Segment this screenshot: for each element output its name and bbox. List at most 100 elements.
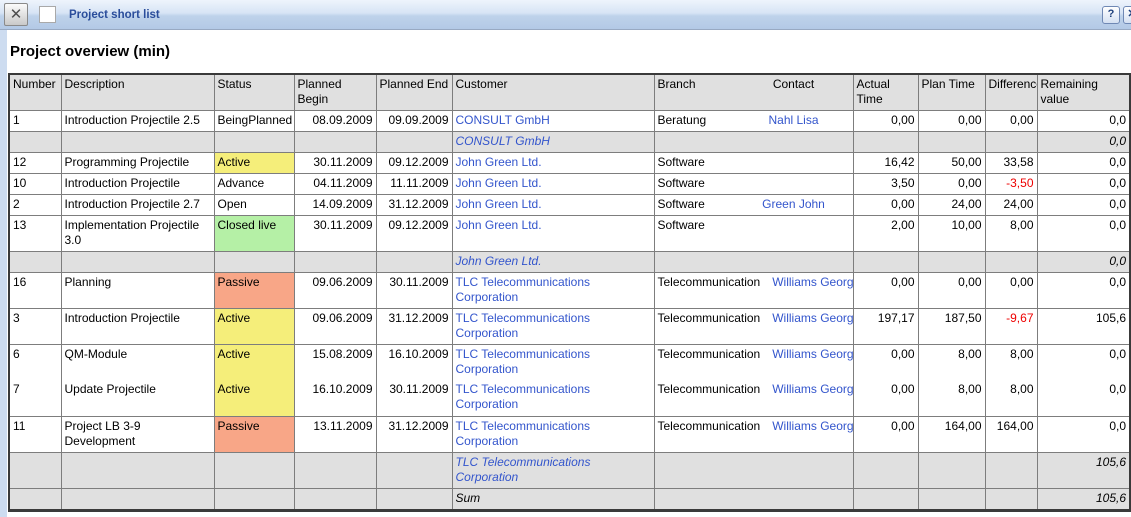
cell-branch-contact: Software: [654, 152, 853, 173]
window-title: Project short list: [69, 9, 1102, 21]
window-close-button[interactable]: ✕: [4, 3, 28, 26]
cell-status: BeingPlanned: [214, 110, 294, 131]
cell-branch-contact: Software Green John: [654, 194, 853, 215]
left-frame-strip: [0, 30, 7, 517]
cell-remaining: 0,0: [1037, 380, 1130, 416]
cell-branch-contact: Telecommunication Williams George: [654, 272, 853, 308]
customer-link[interactable]: TLC Telecommunications Corporation: [456, 311, 591, 340]
cell-description: Introduction Projectile 2.5: [61, 110, 214, 131]
header-description: Description: [61, 74, 214, 110]
cell-number: 12: [9, 152, 61, 173]
cell-number: 1: [9, 110, 61, 131]
window-close-button-right[interactable]: ✕: [1123, 6, 1131, 24]
contact-link[interactable]: Williams George: [772, 347, 853, 361]
cell-status: Passive: [214, 416, 294, 452]
branch-label: Telecommunication: [658, 311, 761, 326]
cell-planned-begin: 04.11.2009: [294, 173, 376, 194]
branch-label: Telecommunication: [658, 275, 761, 290]
cell-actual-time: 0,00: [853, 380, 918, 416]
cell-empty: [985, 488, 1037, 510]
cell-empty: [985, 452, 1037, 488]
branch-label: Software: [658, 218, 738, 233]
subtotal-customer-cell: TLC Telecommunications Corporation: [452, 452, 654, 488]
cell-empty: [985, 131, 1037, 152]
cell-plan-time: 187,50: [918, 308, 985, 344]
cell-customer: TLC Telecommunications Corporation: [452, 272, 654, 308]
cell-empty: [294, 488, 376, 510]
header-number: Number: [9, 74, 61, 110]
project-table: Number Description Status Planned Begin …: [8, 73, 1131, 512]
customer-link[interactable]: TLC Telecommunications Corporation: [456, 419, 591, 448]
cell-planned-end: 31.12.2009: [376, 416, 452, 452]
cell-customer: TLC Telecommunications Corporation: [452, 380, 654, 416]
cell-planned-end: 30.11.2009: [376, 272, 452, 308]
customer-link[interactable]: TLC Telecommunications Corporation: [456, 347, 591, 376]
contact-link[interactable]: Williams George: [772, 419, 853, 433]
cell-customer: John Green Ltd.: [452, 173, 654, 194]
branch-label: Beratung: [658, 113, 738, 128]
cell-difference: 8,00: [985, 380, 1037, 416]
cell-empty: [294, 251, 376, 272]
cell-empty: [214, 131, 294, 152]
cell-empty: [61, 131, 214, 152]
cell-empty: [918, 131, 985, 152]
header-difference: Difference: [985, 74, 1037, 110]
contact-link[interactable]: Green John: [762, 197, 825, 211]
subtotal-customer-link[interactable]: TLC Telecommunications Corporation: [456, 455, 591, 484]
cell-status: Closed live: [214, 215, 294, 251]
subtotal-customer-link[interactable]: CONSULT GmbH: [456, 134, 550, 148]
branch-label: Software: [658, 197, 738, 212]
cell-empty: [918, 488, 985, 510]
subtotal-row: TLC Telecommunications Corporation105,6: [9, 452, 1130, 488]
cell-branch-contact: TelecommunicationWilliams George: [654, 344, 853, 380]
customer-link[interactable]: John Green Ltd.: [456, 197, 542, 211]
cell-empty: [376, 251, 452, 272]
cell-branch-contact: Beratung Nahl Lisa: [654, 110, 853, 131]
table-row: 10Introduction ProjectileAdvance04.11.20…: [9, 173, 1130, 194]
cell-branch-contact: Software: [654, 215, 853, 251]
table-row: 6QM-ModuleActive15.08.200916.10.2009TLC …: [9, 344, 1130, 380]
cell-customer: CONSULT GmbH: [452, 110, 654, 131]
cell-branch-contact: Telecommunication Williams George: [654, 308, 853, 344]
cell-empty: [9, 131, 61, 152]
cell-empty: [61, 452, 214, 488]
cell-description: Planning: [61, 272, 214, 308]
subtotal-customer-cell: John Green Ltd.: [452, 251, 654, 272]
cell-plan-time: 0,00: [918, 272, 985, 308]
cell-empty: [9, 488, 61, 510]
titlebar-checkbox[interactable]: [39, 6, 56, 23]
cell-empty: [376, 131, 452, 152]
cell-difference: -3,50: [985, 173, 1037, 194]
cell-plan-time: 0,00: [918, 110, 985, 131]
contact-link[interactable]: Williams George: [772, 275, 853, 289]
customer-link[interactable]: CONSULT GmbH: [456, 113, 550, 127]
cell-number: 3: [9, 308, 61, 344]
cell-plan-time: 50,00: [918, 152, 985, 173]
cell-difference: 33,58: [985, 152, 1037, 173]
customer-link[interactable]: John Green Ltd.: [456, 155, 542, 169]
cell-customer: TLC Telecommunications Corporation: [452, 308, 654, 344]
cell-number: 11: [9, 416, 61, 452]
cell-number: 16: [9, 272, 61, 308]
header-remaining: Remaining value: [1037, 74, 1130, 110]
cell-empty: [376, 452, 452, 488]
subtotal-customer-link[interactable]: John Green Ltd.: [456, 254, 542, 268]
table-row: 12Programming ProjectileActive30.11.2009…: [9, 152, 1130, 173]
contact-link[interactable]: Williams George: [772, 382, 853, 396]
cell-empty: [61, 488, 214, 510]
customer-link[interactable]: John Green Ltd.: [456, 176, 542, 190]
customer-link[interactable]: TLC Telecommunications Corporation: [456, 382, 591, 411]
cell-empty: [654, 131, 853, 152]
cell-description: Update Projectile: [61, 380, 214, 416]
cell-planned-begin: 14.09.2009: [294, 194, 376, 215]
cell-planned-begin: 13.11.2009: [294, 416, 376, 452]
help-button[interactable]: ?: [1102, 6, 1120, 24]
cell-empty: [985, 251, 1037, 272]
customer-link[interactable]: TLC Telecommunications Corporation: [456, 275, 591, 304]
cell-empty: [918, 251, 985, 272]
cell-difference: 0,00: [985, 110, 1037, 131]
cell-number: 13: [9, 215, 61, 251]
contact-link[interactable]: Nahl Lisa: [768, 113, 818, 127]
customer-link[interactable]: John Green Ltd.: [456, 218, 542, 232]
contact-link[interactable]: Williams George: [772, 311, 853, 325]
